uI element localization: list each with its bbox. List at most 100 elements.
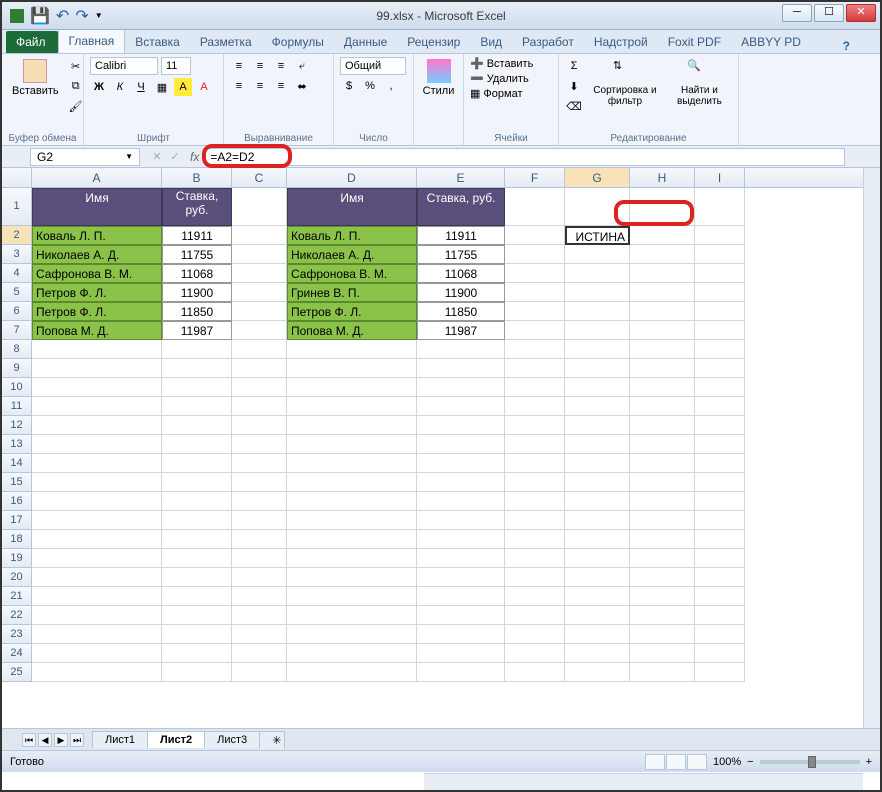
- cell-E12[interactable]: [417, 416, 505, 435]
- sheet-nav-prev[interactable]: ◀: [38, 733, 52, 747]
- cell-I14[interactable]: [695, 454, 745, 473]
- cell-H8[interactable]: [630, 340, 695, 359]
- find-select-button[interactable]: 🔍 Найти и выделить: [667, 57, 732, 109]
- cell-E16[interactable]: [417, 492, 505, 511]
- font-color-button[interactable]: A: [195, 78, 213, 96]
- cell-E1[interactable]: Ставка, руб.: [417, 188, 505, 226]
- cell-C6[interactable]: [232, 302, 287, 321]
- cell-E3[interactable]: 11755: [417, 245, 505, 264]
- cell-E11[interactable]: [417, 397, 505, 416]
- sheet-tab-3[interactable]: Лист3: [204, 731, 260, 748]
- cell-B2[interactable]: 11911: [162, 226, 232, 245]
- cell-H16[interactable]: [630, 492, 695, 511]
- row-header-10[interactable]: 10: [2, 378, 32, 397]
- cell-E25[interactable]: [417, 663, 505, 682]
- sheet-nav-first[interactable]: ⏮: [22, 733, 36, 747]
- fill-icon[interactable]: ⬇: [565, 77, 583, 95]
- copy-icon[interactable]: ⧉: [67, 77, 85, 95]
- cell-E4[interactable]: 11068: [417, 264, 505, 283]
- cell-I13[interactable]: [695, 435, 745, 454]
- cell-E24[interactable]: [417, 644, 505, 663]
- qat-undo-icon[interactable]: ↶: [56, 6, 69, 26]
- cell-A20[interactable]: [32, 568, 162, 587]
- cell-F17[interactable]: [505, 511, 565, 530]
- cell-F14[interactable]: [505, 454, 565, 473]
- cell-A7[interactable]: Попова М. Д.: [32, 321, 162, 340]
- cell-D25[interactable]: [287, 663, 417, 682]
- row-header-14[interactable]: 14: [2, 454, 32, 473]
- cell-H5[interactable]: [630, 283, 695, 302]
- cell-I3[interactable]: [695, 245, 745, 264]
- cell-B1[interactable]: Ставка, руб.: [162, 188, 232, 226]
- cell-A23[interactable]: [32, 625, 162, 644]
- row-header-5[interactable]: 5: [2, 283, 32, 302]
- row-header-24[interactable]: 24: [2, 644, 32, 663]
- cell-H21[interactable]: [630, 587, 695, 606]
- col-header-E[interactable]: E: [417, 168, 505, 187]
- qat-save-icon[interactable]: 💾: [30, 6, 50, 26]
- cell-F21[interactable]: [505, 587, 565, 606]
- row-header-21[interactable]: 21: [2, 587, 32, 606]
- zoom-in-button[interactable]: +: [866, 756, 872, 768]
- cell-B4[interactable]: 11068: [162, 264, 232, 283]
- cell-G13[interactable]: [565, 435, 630, 454]
- cell-I4[interactable]: [695, 264, 745, 283]
- col-header-I[interactable]: I: [695, 168, 745, 187]
- cell-A11[interactable]: [32, 397, 162, 416]
- help-icon[interactable]: ?: [843, 39, 850, 53]
- cell-F8[interactable]: [505, 340, 565, 359]
- cell-B19[interactable]: [162, 549, 232, 568]
- row-header-9[interactable]: 9: [2, 359, 32, 378]
- cell-B16[interactable]: [162, 492, 232, 511]
- cell-C20[interactable]: [232, 568, 287, 587]
- cell-I12[interactable]: [695, 416, 745, 435]
- cell-A9[interactable]: [32, 359, 162, 378]
- vertical-scrollbar[interactable]: [863, 168, 880, 728]
- number-format-select[interactable]: [340, 57, 406, 75]
- cell-C16[interactable]: [232, 492, 287, 511]
- col-header-C[interactable]: C: [232, 168, 287, 187]
- cell-D9[interactable]: [287, 359, 417, 378]
- cell-E19[interactable]: [417, 549, 505, 568]
- cell-G18[interactable]: [565, 530, 630, 549]
- cell-I21[interactable]: [695, 587, 745, 606]
- cell-G21[interactable]: [565, 587, 630, 606]
- row-header-11[interactable]: 11: [2, 397, 32, 416]
- row-header-12[interactable]: 12: [2, 416, 32, 435]
- cell-D2[interactable]: Коваль Л. П.: [287, 226, 417, 245]
- cell-A18[interactable]: [32, 530, 162, 549]
- new-sheet-button[interactable]: ✳: [259, 731, 285, 749]
- cell-A13[interactable]: [32, 435, 162, 454]
- sheet-tab-2[interactable]: Лист2: [147, 731, 205, 748]
- cell-E6[interactable]: 11850: [417, 302, 505, 321]
- cell-D1[interactable]: Имя: [287, 188, 417, 226]
- cell-B10[interactable]: [162, 378, 232, 397]
- cell-H10[interactable]: [630, 378, 695, 397]
- cell-I7[interactable]: [695, 321, 745, 340]
- cell-C14[interactable]: [232, 454, 287, 473]
- cell-G9[interactable]: [565, 359, 630, 378]
- name-box[interactable]: G2▼: [30, 148, 140, 166]
- cell-F12[interactable]: [505, 416, 565, 435]
- cell-H2[interactable]: [630, 226, 695, 245]
- cell-H4[interactable]: [630, 264, 695, 283]
- file-tab[interactable]: Файл: [6, 31, 58, 53]
- cell-B8[interactable]: [162, 340, 232, 359]
- enter-formula-icon[interactable]: ✓: [166, 148, 184, 166]
- cell-H22[interactable]: [630, 606, 695, 625]
- cell-G2[interactable]: ИСТИНА: [565, 226, 630, 245]
- cell-G22[interactable]: [565, 606, 630, 625]
- cell-A14[interactable]: [32, 454, 162, 473]
- cell-I8[interactable]: [695, 340, 745, 359]
- cell-C23[interactable]: [232, 625, 287, 644]
- cut-icon[interactable]: ✂: [67, 57, 85, 75]
- border-button[interactable]: ▦: [153, 78, 171, 96]
- cell-H20[interactable]: [630, 568, 695, 587]
- sheet-tab-1[interactable]: Лист1: [92, 731, 148, 748]
- cell-F16[interactable]: [505, 492, 565, 511]
- cell-C10[interactable]: [232, 378, 287, 397]
- row-header-6[interactable]: 6: [2, 302, 32, 321]
- cell-C15[interactable]: [232, 473, 287, 492]
- styles-button[interactable]: Стили: [420, 57, 457, 99]
- row-header-4[interactable]: 4: [2, 264, 32, 283]
